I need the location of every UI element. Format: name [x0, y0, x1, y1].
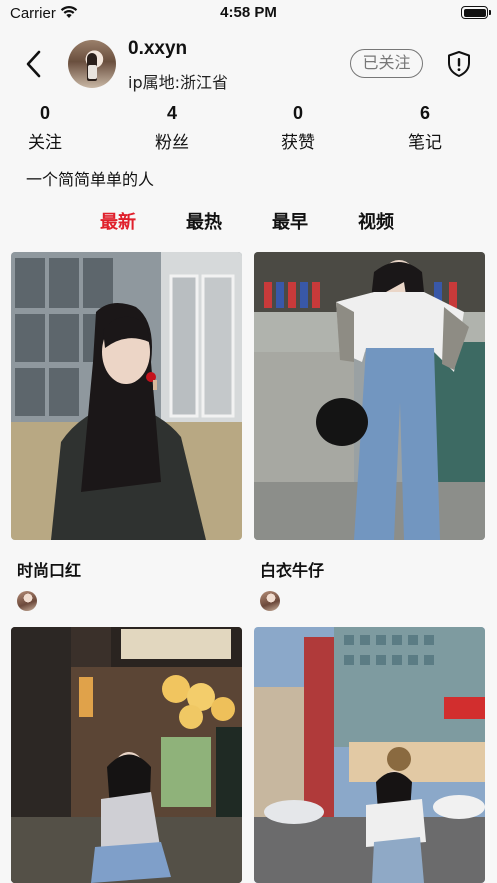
stat-value: 0	[292, 103, 303, 123]
stat-value: 4	[166, 103, 177, 123]
username: 0.xxyn	[128, 38, 188, 59]
author-avatar[interactable]	[260, 591, 280, 611]
post-card[interactable]	[11, 627, 242, 883]
stat-label: 粉丝	[155, 133, 189, 153]
status-bar: Carrier 4:58 PM	[0, 0, 497, 26]
shield-icon[interactable]	[446, 50, 472, 78]
post-image	[254, 252, 485, 540]
post-image	[254, 627, 485, 883]
post-card[interactable]: 白衣牛仔	[254, 252, 485, 612]
avatar[interactable]	[68, 40, 116, 88]
post-card[interactable]: 时尚口红	[11, 252, 242, 612]
stat-value: 6	[419, 103, 430, 123]
tab-latest[interactable]: 最新	[100, 208, 136, 234]
stat-followers[interactable]: 4 粉丝	[132, 103, 212, 153]
tab-video[interactable]: 视频	[358, 208, 394, 234]
bio: 一个简简单单的人	[26, 170, 155, 189]
stat-label: 获赞	[281, 133, 315, 153]
stat-label: 笔记	[408, 133, 442, 153]
ip-location: ip属地:浙江省	[128, 73, 228, 92]
post-title: 时尚口红	[17, 561, 82, 580]
author-avatar[interactable]	[17, 591, 37, 611]
tab-hottest[interactable]: 最热	[186, 208, 222, 234]
stat-value: 0	[39, 103, 50, 123]
tab-earliest[interactable]: 最早	[272, 208, 308, 234]
post-card[interactable]	[254, 627, 485, 883]
post-image	[11, 627, 242, 883]
chevron-left-icon[interactable]	[20, 46, 48, 82]
post-title: 白衣牛仔	[260, 561, 325, 580]
post-image	[11, 252, 242, 540]
clock: 4:58 PM	[220, 4, 277, 21]
follow-button[interactable]: 已关注	[350, 49, 423, 78]
stat-following[interactable]: 0 关注	[5, 103, 85, 153]
stat-label: 关注	[28, 133, 62, 153]
stat-likes[interactable]: 0 获赞	[258, 103, 338, 153]
battery-icon	[461, 6, 491, 19]
stat-notes[interactable]: 6 笔记	[385, 103, 465, 153]
